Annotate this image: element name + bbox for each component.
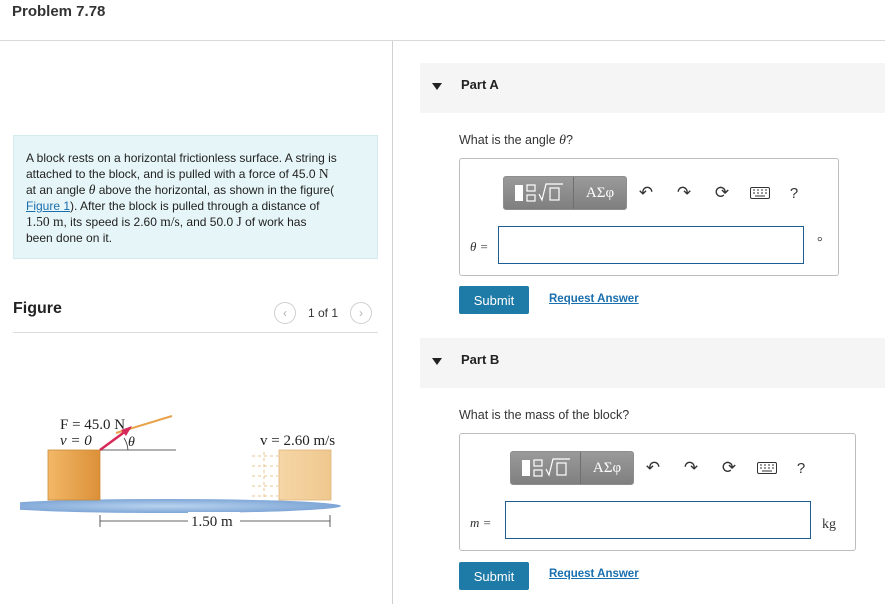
redo-icon[interactable]: ↷ (672, 451, 710, 485)
unit-label: ° (817, 235, 823, 250)
figure-link[interactable]: Figure 1 (26, 199, 70, 213)
block-final-ghost (252, 452, 278, 500)
request-answer-link[interactable]: Request Answer (549, 293, 639, 305)
distance-label: 1.50 m (191, 514, 233, 530)
distance-value: 1.50 m (26, 214, 64, 229)
question-mark: ? (565, 133, 573, 147)
collapse-triangle-icon[interactable] (432, 358, 442, 365)
speed-unit: m/s (160, 214, 180, 229)
part-b-title: Part B (461, 352, 500, 367)
undo-icon[interactable]: ↶ (634, 451, 672, 485)
chevron-left-icon[interactable]: ‹ (274, 302, 296, 324)
answer-input-theta[interactable] (498, 226, 804, 264)
statement-line: , and 50.0 (179, 215, 237, 229)
variable-label: m = (470, 515, 492, 530)
keyboard-icon[interactable] (741, 176, 779, 210)
math-toolbar: ΑΣφ ↶ ↷ ⟳ ? (510, 451, 816, 485)
chevron-right-icon[interactable]: › (350, 302, 373, 324)
part-b-header[interactable]: Part B (420, 338, 885, 388)
submit-button[interactable]: Submit (459, 562, 529, 590)
figure-illustration: F = 45.0 N v = 0 θ v = 2.60 m/s 1.50 m (20, 415, 341, 530)
initial-speed-label: v = 0 (60, 433, 92, 449)
statement-line: been done on it. (26, 231, 113, 245)
keyboard-icon[interactable] (748, 451, 786, 485)
undo-icon[interactable]: ↶ (627, 176, 665, 210)
statement-line: of work has (241, 215, 307, 229)
block-initial (47, 449, 101, 501)
figure-divider (13, 332, 378, 333)
part-a-answer-box: ΑΣφ ↶ ↷ ⟳ ? θ = ° (459, 158, 839, 276)
unit-label: kg (822, 517, 836, 532)
force-label: F = 45.0 N (60, 417, 125, 433)
part-b-answer-box: ΑΣφ ↶ ↷ ⟳ ? m = kg (459, 433, 856, 551)
template-button[interactable] (504, 177, 574, 209)
help-button[interactable]: ? (786, 451, 816, 485)
statement-line: above the horizontal, as shown in the fi… (95, 183, 335, 197)
force-unit: N (318, 166, 329, 181)
theta-symbol: θ (559, 133, 566, 148)
greek-button[interactable]: ΑΣφ (581, 452, 633, 484)
answer-input-mass[interactable] (505, 501, 811, 539)
collapse-triangle-icon[interactable] (432, 83, 442, 90)
template-button[interactable] (511, 452, 581, 484)
statement-line: ). After the block is pulled through a d… (70, 199, 320, 213)
figure-page-count: 1 of 1 (308, 306, 339, 320)
fraction-radical-template-icon (514, 183, 563, 202)
problem-statement: A block rests on a horizontal frictionle… (13, 135, 378, 259)
reset-icon[interactable]: ⟳ (710, 451, 748, 485)
part-b-question: What is the mass of the block? (459, 408, 630, 422)
theta-label: θ (128, 435, 135, 450)
block-final (278, 449, 332, 501)
help-button[interactable]: ? (779, 176, 809, 210)
fraction-radical-template-icon (521, 458, 570, 477)
column-divider (392, 41, 393, 604)
statement-line: , its speed is 2.60 (63, 215, 161, 229)
variable-label: θ = (470, 239, 489, 254)
part-a-title: Part A (461, 77, 499, 92)
redo-icon[interactable]: ↷ (665, 176, 703, 210)
statement-line: attached to the block, and is pulled wit… (26, 167, 319, 181)
request-answer-link[interactable]: Request Answer (549, 568, 639, 580)
math-toolbar: ΑΣφ ↶ ↷ ⟳ ? (503, 176, 809, 210)
toolbar-group: ΑΣφ (503, 176, 627, 210)
statement-line: A block rests on a horizontal frictionle… (26, 151, 337, 165)
frictionless-surface (20, 499, 341, 513)
part-a-question: What is the angle θ? (459, 133, 573, 149)
statement-line: at an angle (26, 183, 89, 197)
reset-icon[interactable]: ⟳ (703, 176, 741, 210)
figure-pager: ‹ 1 of 1 › (274, 302, 373, 324)
figure-heading: Figure (13, 300, 62, 317)
question-text: What is the angle (459, 133, 560, 147)
problem-title: Problem 7.78 (12, 3, 106, 20)
part-a-header[interactable]: Part A (420, 63, 885, 113)
final-speed-label: v = 2.60 m/s (260, 433, 335, 449)
toolbar-group: ΑΣφ (510, 451, 634, 485)
header-divider (0, 40, 885, 41)
submit-button[interactable]: Submit (459, 286, 529, 314)
greek-button[interactable]: ΑΣφ (574, 177, 626, 209)
